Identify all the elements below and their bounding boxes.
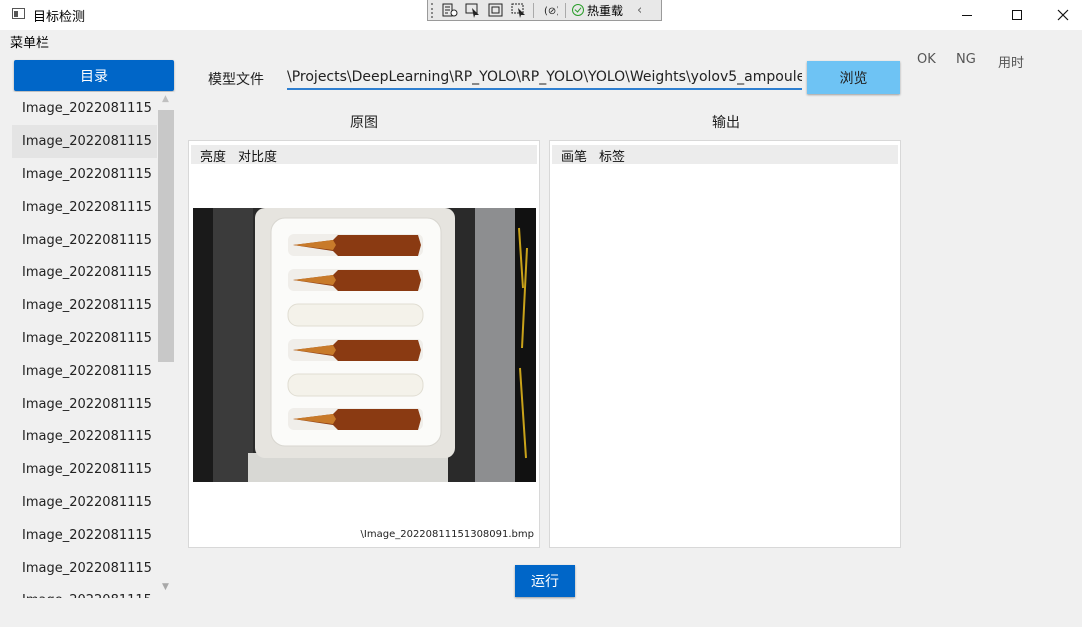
original-image-title: 原图 (350, 115, 378, 131)
select-element-button[interactable] (463, 2, 483, 19)
list-item[interactable]: Image_2022081115 (12, 355, 158, 388)
window-title: 目标检测 (33, 10, 86, 25)
time-label: 用时 (998, 56, 1025, 71)
visual-tree-icon (442, 3, 458, 16)
debug-toolbar: (⊘) 热重载 ‹ (427, 0, 662, 21)
list-item[interactable]: Image_2022081115 (12, 519, 158, 552)
list-item[interactable]: Image_2022081115 (12, 256, 158, 289)
menu-bar: 菜单栏 (0, 30, 1082, 51)
binding-failures-button[interactable]: (⊘) (541, 2, 561, 19)
ok-count-label: OK (917, 52, 936, 67)
ng-count-label: NG (956, 52, 976, 67)
toolbar-grip-icon[interactable] (431, 2, 437, 18)
brush-tab[interactable]: 画笔 (561, 146, 587, 165)
minimize-button[interactable] (944, 0, 990, 30)
check-circle-icon (572, 4, 584, 16)
hot-reload-label: 热重载 (587, 3, 624, 18)
list-item[interactable]: Image_2022081115 (12, 191, 158, 224)
output-image-panel: 画笔 标签 (549, 140, 901, 548)
track-focus-icon (511, 3, 525, 18)
binding-icon: (⊘) (544, 6, 558, 16)
brightness-tab[interactable]: 亮度 (200, 146, 226, 165)
list-item[interactable]: Image_2022081115 (12, 552, 158, 585)
list-item[interactable]: Image_2022081115 (12, 92, 158, 125)
file-list[interactable]: Image_2022081115 Image_2022081115 Image_… (12, 92, 174, 598)
list-item[interactable]: Image_2022081115 (12, 224, 158, 257)
scroll-up-arrow-icon[interactable]: ▲ (157, 94, 174, 108)
list-item-selected[interactable]: Image_2022081115 (12, 125, 158, 158)
track-focus-button[interactable] (509, 2, 529, 19)
contrast-tab[interactable]: 对比度 (238, 146, 277, 165)
list-item[interactable]: Image_2022081115 (12, 486, 158, 519)
output-image-title: 输出 (712, 115, 740, 131)
svg-text:(⊘): (⊘) (544, 6, 558, 16)
close-button[interactable] (1040, 0, 1082, 30)
maximize-button[interactable] (994, 0, 1040, 30)
scrollbar-thumb[interactable] (158, 110, 174, 362)
image-filename-caption: \Image_20220811151308091.bmp (360, 529, 534, 540)
toolbar-separator (533, 2, 534, 18)
list-item[interactable]: Image_2022081115 (12, 289, 158, 322)
directory-button[interactable]: 目录 (14, 60, 174, 91)
live-visual-tree-button[interactable] (440, 2, 460, 19)
select-element-icon (465, 3, 479, 18)
app-window-icon (12, 8, 25, 19)
label-tab[interactable]: 标签 (599, 146, 625, 165)
original-image-panel: 亮度 对比度 \Image_20220811151308091.bmp (188, 140, 540, 548)
minimize-icon (962, 14, 972, 16)
browse-button[interactable]: 浏览 (807, 61, 900, 94)
output-toolbar: 画笔 标签 (552, 145, 898, 165)
original-toolbar: 亮度 对比度 (191, 145, 537, 165)
list-item[interactable]: Image_2022081115 (12, 420, 158, 453)
close-icon (1057, 9, 1069, 21)
list-item[interactable]: Image_2022081115 (12, 453, 158, 486)
run-button[interactable]: 运行 (515, 565, 575, 597)
display-adorners-button[interactable] (486, 2, 506, 19)
list-item[interactable]: Image_2022081115 (12, 584, 158, 598)
model-path-input[interactable] (287, 66, 802, 90)
file-list-scrollbar[interactable]: ▲ ▼ (157, 92, 174, 598)
scroll-down-arrow-icon[interactable]: ▼ (157, 582, 174, 596)
hot-reload-status[interactable]: 热重载 (572, 2, 623, 19)
toolbar-separator (565, 2, 566, 18)
menu-item[interactable]: 菜单栏 (10, 32, 49, 51)
model-file-label: 模型文件 (208, 72, 264, 88)
adorners-icon (488, 3, 503, 16)
list-item[interactable]: Image_2022081115 (12, 322, 158, 355)
list-item[interactable]: Image_2022081115 (12, 388, 158, 421)
collapse-toolbar-icon[interactable]: ‹ (637, 3, 642, 18)
list-item[interactable]: Image_2022081115 (12, 158, 158, 191)
ampoule-tray-image (193, 208, 536, 482)
maximize-icon (1012, 10, 1022, 20)
